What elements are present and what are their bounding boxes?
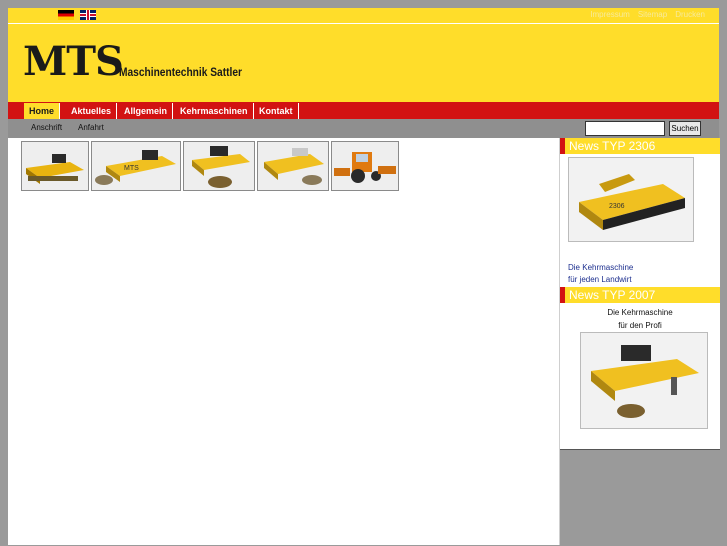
news-typ-2306-text[interactable]: Die Kehrmaschine für jeden Landwirt [568, 262, 633, 286]
svg-text:2306: 2306 [609, 203, 625, 210]
search-button[interactable]: Suchen [669, 121, 701, 136]
top-links: Impressum Sitemap Drucken [590, 10, 705, 19]
impressum-link[interactable]: Impressum [590, 10, 630, 19]
news-typ-2007-text: Die Kehrmaschine für den Profi [560, 306, 720, 332]
nav-item-allgemein[interactable]: Allgemein [119, 103, 174, 119]
news-sidebar: News TYP 2306 2306 Die Kehrmaschine für … [559, 138, 720, 546]
sweeper-typ-2306-image[interactable]: 2306 [568, 157, 694, 242]
sweeper-thumbnail[interactable] [21, 141, 89, 191]
news-typ-2007-line-2: für den Profi [618, 321, 662, 330]
news-typ-2306-heading[interactable]: News TYP 2306 [560, 138, 720, 154]
news-typ-2007-line-1: Die Kehrmaschine [607, 308, 673, 317]
nav-item-aktuelles[interactable]: Aktuelles [66, 103, 118, 119]
flag-uk-icon[interactable] [80, 10, 96, 20]
nav-item-kontakt[interactable]: Kontakt [254, 103, 299, 119]
logo[interactable]: MTS [23, 42, 124, 82]
print-link[interactable]: Drucken [675, 10, 705, 19]
sweeper-thumbnail[interactable] [257, 141, 329, 191]
flag-de-icon[interactable] [58, 10, 74, 20]
subnav-item-anfahrt[interactable]: Anfahrt [78, 123, 104, 132]
news-typ-2306-line-2[interactable]: für jeden Landwirt [568, 274, 633, 286]
sweeper-typ-2007-image[interactable] [580, 332, 708, 429]
tractor-sweeper-thumbnail[interactable] [331, 141, 399, 191]
sitemap-link[interactable]: Sitemap [638, 10, 667, 19]
news-typ-2306-line-1[interactable]: Die Kehrmaschine [568, 262, 633, 274]
language-flags [58, 10, 96, 20]
sub-nav: Anschrift Anfahrt Suchen [8, 119, 719, 138]
sweeper-thumbnail[interactable] [183, 141, 255, 191]
sweeper-thumbnail[interactable]: MTS [91, 141, 181, 191]
subnav-item-anschrift[interactable]: Anschrift [31, 123, 62, 132]
page: Impressum Sitemap Drucken MTS Maschinent… [8, 8, 720, 546]
nav-item-home[interactable]: Home [24, 103, 61, 119]
svg-text:MTS: MTS [124, 165, 139, 172]
top-strip: Impressum Sitemap Drucken [8, 8, 719, 23]
logo-subtitle: Maschinentechnik Sattler [119, 65, 243, 79]
main-nav: Home Aktuelles Allgemein Kehrmaschinen K… [8, 102, 719, 119]
nav-item-kehrmaschinen[interactable]: Kehrmaschinen [175, 103, 254, 119]
site-header: MTS Maschinentechnik Sattler [8, 23, 719, 103]
search-input[interactable] [585, 121, 665, 136]
news-typ-2007-heading[interactable]: News TYP 2007 [560, 287, 720, 303]
sidebar-footer [560, 449, 720, 546]
thumbnail-strip: MTS [21, 141, 399, 191]
